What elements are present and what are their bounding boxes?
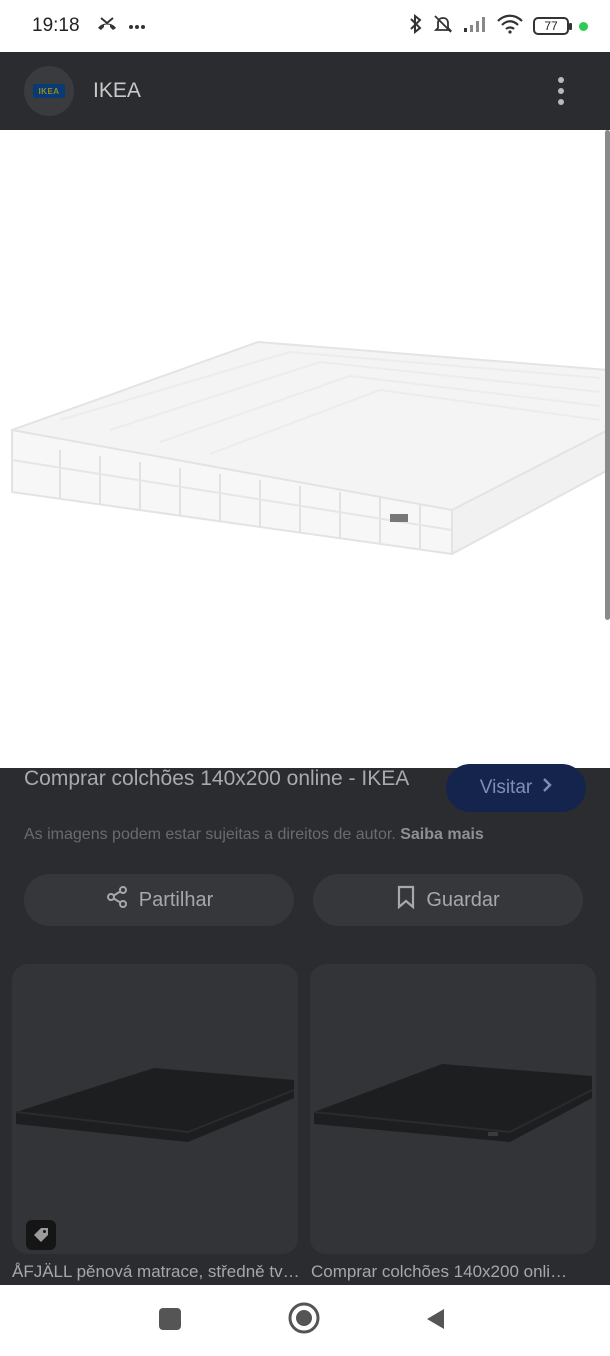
- back-button[interactable]: [422, 1305, 450, 1333]
- visit-button[interactable]: Visitar: [446, 764, 586, 812]
- share-icon: [105, 885, 129, 915]
- share-label: Partilhar: [138, 888, 214, 911]
- more-dot-icon: [558, 77, 564, 83]
- visit-label: Visitar: [479, 777, 533, 798]
- more-options-button[interactable]: [546, 71, 576, 111]
- site-header: IKEA IKEA: [0, 52, 610, 130]
- home-button[interactable]: [287, 1301, 321, 1335]
- product-image[interactable]: [0, 130, 610, 768]
- status-bar: 19:18 77: [0, 0, 610, 52]
- more-dot-icon: [558, 88, 564, 94]
- site-name[interactable]: IKEA: [93, 79, 141, 103]
- status-dot: [579, 21, 588, 31]
- more-dot-icon: [558, 99, 564, 105]
- copyright-text: As imagens podem estar sujeitas a direit…: [24, 826, 396, 843]
- related-card[interactable]: [12, 964, 298, 1254]
- ikea-logo-icon: IKEA: [33, 84, 65, 98]
- related-caption[interactable]: ÅFJÄLL pěnová matrace, středně tvrdá: [12, 1262, 302, 1282]
- status-left-icons: [96, 16, 146, 37]
- share-button[interactable]: Partilhar: [24, 874, 294, 926]
- more-dots-icon: [128, 17, 146, 35]
- scrollbar[interactable]: [605, 130, 610, 620]
- status-right-icons: 77: [409, 13, 588, 39]
- square-icon: [159, 1308, 181, 1330]
- price-tag-icon: [26, 1220, 56, 1250]
- missed-call-icon: [96, 16, 118, 37]
- learn-more-link[interactable]: Saiba mais: [400, 826, 484, 843]
- wifi-icon: [497, 14, 523, 39]
- save-label: Guardar: [426, 888, 500, 911]
- ikea-logo-text: IKEA: [38, 86, 60, 96]
- silent-bell-icon: [433, 14, 453, 39]
- app-area: IKEA IKEA Comprar colchões 140x200 onlin…: [0, 52, 610, 1285]
- home-circle-icon: [288, 1302, 320, 1334]
- copyright-notice: As imagens podem estar sujeitas a direit…: [24, 826, 484, 844]
- signal-icon: [463, 15, 487, 38]
- bluetooth-icon: [409, 13, 423, 39]
- status-time: 19:18: [32, 15, 80, 36]
- recents-button[interactable]: [158, 1307, 182, 1331]
- related-mattress-image: [15, 1068, 295, 1142]
- bookmark-icon: [396, 885, 416, 915]
- site-logo[interactable]: IKEA: [24, 66, 74, 116]
- battery-indicator: 77: [533, 17, 572, 35]
- back-triangle-icon: [427, 1309, 444, 1329]
- result-title[interactable]: Comprar colchões 140x200 online - IKEA: [24, 764, 424, 793]
- related-caption[interactable]: Comprar colchões 140x200 online - IKEA: [311, 1262, 571, 1282]
- save-button[interactable]: Guardar: [313, 874, 583, 926]
- chevron-right-icon: [542, 777, 552, 799]
- navigation-bar: [0, 1285, 610, 1356]
- related-card[interactable]: [310, 964, 596, 1254]
- mattress-image: [11, 340, 609, 556]
- related-mattress-image: [313, 1064, 593, 1142]
